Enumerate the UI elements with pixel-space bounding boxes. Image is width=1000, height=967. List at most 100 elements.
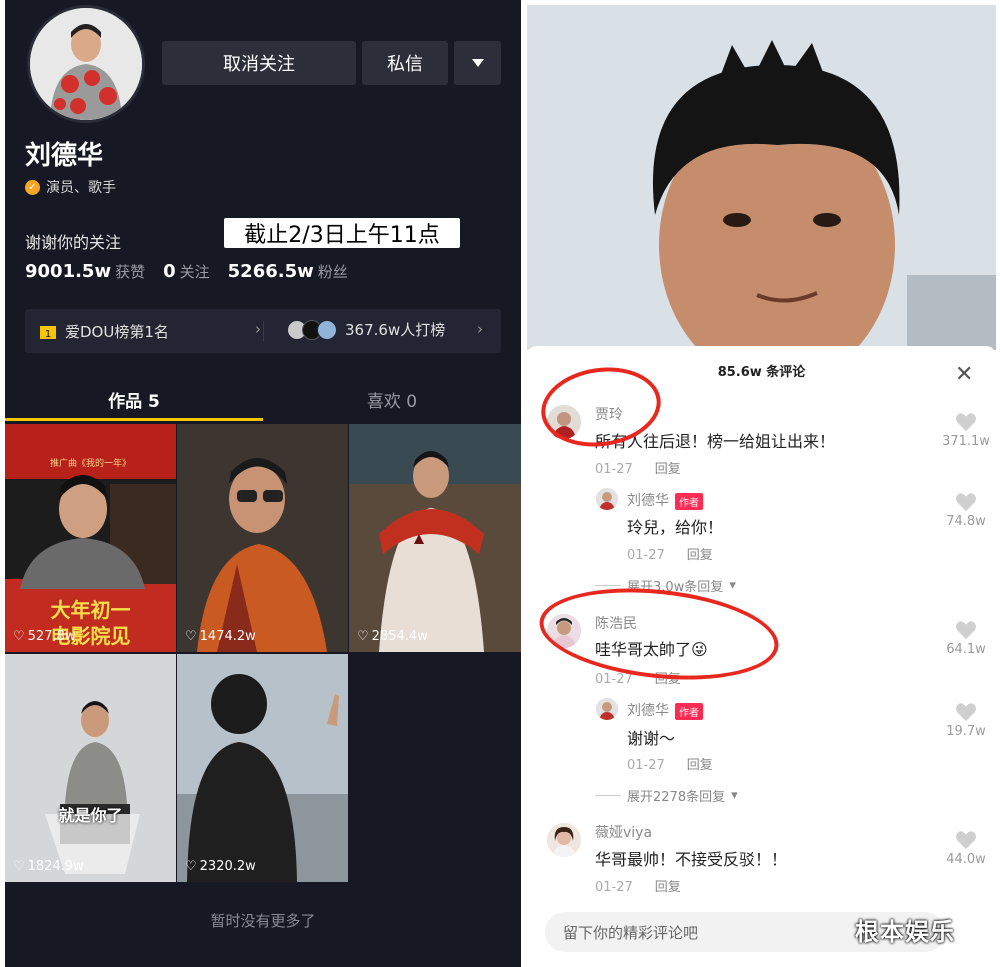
video-like-count: ♡ 2854.4w	[357, 629, 428, 644]
comment-date: 01-27	[595, 672, 633, 687]
svg-text:1: 1	[45, 329, 51, 340]
video-thumbnail[interactable]: ♡ 1474.2w	[177, 424, 348, 652]
watermark-text: 根本娱乐	[855, 918, 955, 946]
no-more-content-text: 暂时没有更多了	[210, 912, 316, 930]
rank-divider	[263, 321, 264, 341]
comment-text: 华哥最帅！不接受反驳！！	[595, 850, 788, 869]
reply-meta: 01-27 回复	[627, 544, 713, 563]
comment-like[interactable]: 44.0w	[938, 830, 994, 867]
reply-button[interactable]: 回复	[687, 758, 713, 773]
avatar-illustration	[30, 8, 142, 120]
video-like-count: ♡ 1824.9w	[13, 859, 84, 874]
comment-date: 01-27	[595, 880, 633, 895]
reply-date: 01-27	[627, 548, 665, 563]
close-icon[interactable]: ✕	[955, 362, 973, 387]
video-cover-image	[177, 424, 348, 652]
profile-avatar[interactable]	[27, 5, 145, 123]
tab-works[interactable]: 作品 5	[5, 377, 263, 422]
supporters-label: 367.6w人打榜	[345, 321, 446, 339]
video-comments-screen: 85.6w 条评论 ✕ 贾玲 所有人往后退！榜一给姐让出来！ 01-27 回复 3…	[527, 0, 996, 967]
heart-icon	[956, 413, 976, 432]
comment-like[interactable]: 64.1w	[938, 620, 994, 657]
reply-avatar[interactable]	[596, 488, 618, 510]
comment-meta: 01-27 回复	[595, 876, 681, 895]
video-caption: 大年初一	[50, 598, 131, 622]
heart-outline-icon: ♡	[185, 629, 197, 644]
video-caption: 就是你了	[58, 806, 123, 825]
verification-text: 演员、歌手	[46, 180, 116, 196]
reply-like[interactable]: 19.7w	[938, 702, 994, 739]
video-frame-image	[527, 5, 996, 350]
heart-outline-icon: ♡	[185, 859, 197, 874]
video-cover-image	[177, 654, 348, 882]
verified-check-icon: ✓	[25, 179, 40, 195]
reply-avatar[interactable]	[596, 698, 618, 720]
crown-icon: 1	[40, 325, 56, 340]
video-thumbnail[interactable]: ♡ 2854.4w	[349, 424, 521, 652]
reply-username[interactable]: 刘德华 作者	[627, 490, 703, 510]
video-cover-image	[5, 654, 176, 882]
unfollow-button[interactable]: 取消关注	[162, 41, 356, 85]
comment-like[interactable]: 371.1w	[938, 412, 994, 449]
supporters-entry[interactable]: 367.6w人打榜	[287, 319, 445, 340]
profile-tabs: 作品 5 喜欢 0	[5, 377, 521, 422]
reply-text: 谢谢～	[627, 729, 676, 748]
reply-button[interactable]: 回复	[655, 880, 681, 895]
chevron-right-icon: ›	[255, 320, 261, 338]
chevron-down-icon: ▾	[731, 788, 738, 803]
likes-stat[interactable]: 9001.5w 获赞	[25, 261, 145, 282]
likes-label: 获赞	[115, 263, 146, 281]
heart-icon	[956, 831, 976, 850]
comment-username[interactable]: 薇娅viya	[595, 822, 652, 842]
profile-screen: 取消关注 私信 刘德华 ✓ 演员、歌手 谢谢你的关注 截止2/3日上午11点 9…	[5, 0, 521, 967]
rank-bar: 1 爱DOU榜第1名 › 367.6w人打榜 ›	[25, 309, 501, 353]
likes-count: 9001.5w	[25, 261, 112, 282]
comment-date: 01-27	[595, 462, 633, 477]
reply-date: 01-27	[627, 758, 665, 773]
video-thumbnail[interactable]: ♡ 2320.2w	[177, 654, 348, 882]
tab-likes[interactable]: 喜欢 0	[263, 377, 521, 422]
profile-stats: 9001.5w 获赞 0 关注 5266.5w 粉丝	[25, 261, 348, 282]
heart-icon	[956, 621, 976, 640]
reply-username[interactable]: 刘德华 作者	[627, 700, 703, 720]
video-thumbnail[interactable]: 推广曲《我的一年》 大年初一 电影院见 ♡ 527.8w	[5, 424, 176, 652]
chevron-down-icon: ▾	[729, 578, 736, 593]
divider-line	[595, 795, 621, 796]
heart-outline-icon: ♡	[13, 859, 25, 874]
verification-badge: ✓ 演员、歌手	[25, 177, 116, 197]
chevron-right-icon: ›	[477, 320, 483, 338]
video-like-count: ♡ 2320.2w	[185, 859, 256, 874]
reply-text: 玲兒，给你！	[627, 518, 724, 537]
author-tag: 作者	[675, 702, 703, 720]
video-like-count: ♡ 527.8w	[13, 629, 76, 644]
tab-active-indicator	[5, 418, 263, 421]
rank-entry[interactable]: 1 爱DOU榜第1名	[39, 321, 169, 342]
author-tag: 作者	[675, 492, 703, 510]
heart-icon	[956, 703, 976, 722]
triangle-down-icon	[471, 59, 484, 67]
expand-replies-button[interactable]: 展开2278条回复 ▾	[595, 786, 738, 805]
reply-meta: 01-27 回复	[627, 754, 713, 773]
reply-button[interactable]: 回复	[687, 548, 713, 563]
expand-replies-label: 展开2278条回复	[627, 790, 726, 805]
video-like-count: ♡ 1474.2w	[185, 629, 256, 644]
video-cover-image	[349, 424, 521, 652]
reply-like[interactable]: 74.8w	[938, 492, 994, 529]
heart-icon	[956, 493, 976, 512]
video-player[interactable]	[527, 5, 996, 350]
commenter-avatar[interactable]	[547, 823, 581, 857]
reply-button[interactable]: 回复	[655, 462, 681, 477]
fans-count: 5266.5w	[227, 261, 314, 282]
video-thumbnail[interactable]: 就是你了 ♡ 1824.9w	[5, 654, 176, 882]
following-stat[interactable]: 0 关注	[163, 261, 210, 282]
following-label: 关注	[179, 263, 210, 281]
divider-line	[595, 585, 621, 586]
rank-label: 爱DOU榜第1名	[65, 323, 169, 341]
message-button[interactable]: 私信	[362, 41, 448, 85]
heart-outline-icon: ♡	[13, 629, 25, 644]
more-dropdown-button[interactable]	[454, 41, 501, 85]
supporter-avatars	[287, 319, 337, 340]
fans-label: 粉丝	[317, 263, 348, 281]
fans-stat[interactable]: 5266.5w 粉丝	[228, 261, 348, 282]
date-note-overlay: 截止2/3日上午11点	[224, 218, 460, 248]
